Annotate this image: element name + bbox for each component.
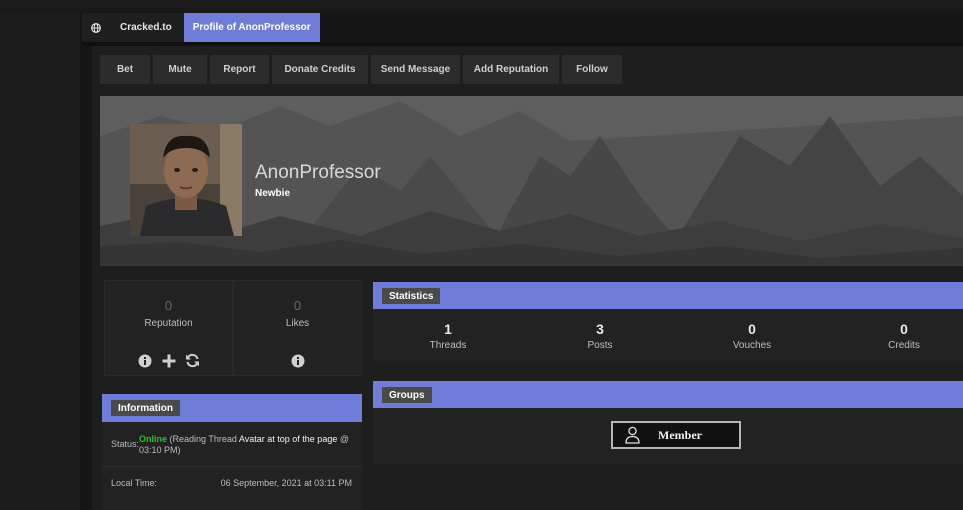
- stat-threads-label: Threads: [429, 340, 467, 351]
- stat-threads-value: 1: [444, 321, 452, 337]
- bet-button[interactable]: Bet: [100, 55, 150, 84]
- stat-credits-label: Credits: [888, 340, 920, 351]
- reputation-value: 0: [164, 298, 173, 313]
- likes-label: Likes: [285, 318, 310, 329]
- reputation-label: Reputation: [144, 318, 193, 329]
- report-button[interactable]: Report: [210, 55, 269, 84]
- local-time-value: 06 September, 2021 at 03:11 PM: [220, 478, 352, 488]
- stat-posts: 3 Posts: [560, 321, 640, 351]
- groups-header: Groups: [373, 381, 963, 409]
- status-label: Status:: [111, 439, 140, 449]
- follow-button[interactable]: Follow: [562, 55, 622, 84]
- refresh-icon[interactable]: [185, 353, 200, 368]
- stat-vouches-label: Vouches: [732, 340, 772, 351]
- status-activity-open: (Reading Thread: [169, 434, 239, 444]
- mute-button[interactable]: Mute: [153, 55, 207, 84]
- information-title: Information: [111, 400, 180, 416]
- reputation-info-icon[interactable]: [137, 353, 152, 368]
- likes-value: 0: [293, 298, 302, 313]
- page-left-margin: [0, 0, 80, 510]
- information-header: Information: [102, 394, 362, 422]
- top-strip: [0, 0, 963, 12]
- stat-credits-value: 0: [900, 321, 908, 337]
- user-icon: [625, 426, 640, 444]
- stat-vouches: 0 Vouches: [712, 321, 792, 351]
- likes-info-icon[interactable]: [290, 353, 305, 368]
- member-badge-label: Member: [658, 427, 702, 442]
- reputation-cell: 0 Reputation: [104, 280, 233, 376]
- member-group-badge[interactable]: Member: [611, 421, 741, 449]
- stat-vouches-value: 0: [748, 321, 756, 337]
- stat-threads: 1 Threads: [408, 321, 488, 351]
- breadcrumb: Cracked.to Profile of AnonProfessor: [82, 13, 320, 42]
- profile-usertitle: Newbie: [255, 188, 291, 199]
- profile-action-bar: Bet Mute Report Donate Credits Send Mess…: [100, 55, 622, 84]
- breadcrumb-site[interactable]: Cracked.to: [110, 13, 184, 42]
- add-reputation-button[interactable]: Add Reputation: [463, 55, 559, 84]
- breadcrumb-current: Profile of AnonProfessor: [183, 13, 320, 42]
- stat-posts-label: Posts: [587, 340, 613, 351]
- local-time-label: Local Time:: [111, 478, 158, 488]
- stat-posts-value: 3: [596, 321, 604, 337]
- avatar: [130, 124, 242, 236]
- groups-title: Groups: [382, 387, 432, 403]
- likes-cell: 0 Likes: [233, 280, 362, 376]
- stat-credits: 0 Credits: [864, 321, 944, 351]
- status-thread-link[interactable]: Avatar at top of the page: [239, 434, 337, 444]
- send-message-button[interactable]: Send Message: [371, 55, 460, 84]
- add-reputation-plus-icon[interactable]: [161, 353, 176, 368]
- statistics-body: 1 Threads 3 Posts 0 Vouches 0 Credits: [373, 309, 963, 361]
- status-value: Online (Reading Thread Avatar at top of …: [139, 434, 354, 456]
- statistics-title: Statistics: [382, 288, 441, 304]
- profile-username: AnonProfessor: [255, 162, 381, 183]
- statistics-header: Statistics: [373, 282, 963, 310]
- reputation-likes-box: 0 Reputation 0 Likes: [104, 280, 362, 376]
- breadcrumb-home[interactable]: [82, 13, 110, 42]
- globe-icon: [91, 22, 101, 33]
- donate-credits-button[interactable]: Donate Credits: [272, 55, 368, 84]
- online-status: Online: [139, 434, 168, 444]
- information-divider: [102, 466, 362, 467]
